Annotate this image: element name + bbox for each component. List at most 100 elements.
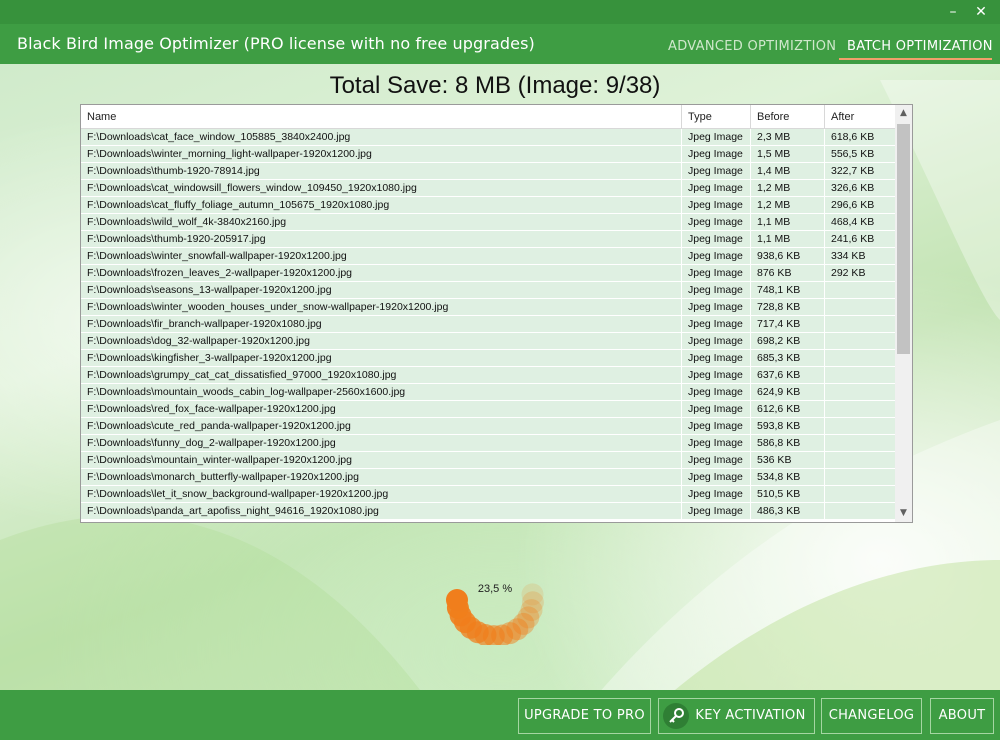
table-row[interactable]: F:\Downloads\seasons_13-wallpaper-1920x1…	[81, 282, 895, 299]
cell-after	[825, 418, 895, 435]
table-row[interactable]: F:\Downloads\thumb-1920-78914.jpg Jpeg Im…	[81, 163, 895, 180]
cell-before: 593,8 KB	[751, 418, 825, 435]
cell-name: F:\Downloads\cat_face_window_105885_3840…	[81, 129, 682, 146]
cell-type: Jpeg Image	[682, 180, 751, 197]
active-tab-indicator	[839, 58, 992, 60]
cell-before: 1,5 MB	[751, 146, 825, 163]
cell-type: Jpeg Image	[682, 316, 751, 333]
cell-name: F:\Downloads\mountain_woods_cabin_log-wa…	[81, 384, 682, 401]
spinner-dot	[446, 589, 468, 611]
table-row[interactable]: F:\Downloads\mountain_woods_cabin_log-wa…	[81, 384, 895, 401]
column-header-name[interactable]: Name	[81, 105, 682, 129]
table-row[interactable]: F:\Downloads\cat_fluffy_foliage_autumn_1…	[81, 197, 895, 214]
cell-name: F:\Downloads\frozen_leaves_2-wallpaper-1…	[81, 265, 682, 282]
cell-type: Jpeg Image	[682, 214, 751, 231]
minimize-icon[interactable]: –	[942, 3, 964, 21]
table-header: Name Type Before After	[81, 105, 912, 129]
cell-type: Jpeg Image	[682, 350, 751, 367]
cell-type: Jpeg Image	[682, 367, 751, 384]
cell-after	[825, 503, 895, 520]
scroll-down-icon[interactable]: ▼	[895, 505, 912, 522]
key-activation-button[interactable]: KEY ACTIVATION	[658, 698, 815, 734]
cell-type: Jpeg Image	[682, 384, 751, 401]
cell-name: F:\Downloads\cat_windowsill_flowers_wind…	[81, 180, 682, 197]
progress-percent: 23,5 %	[477, 583, 513, 595]
cell-type: Jpeg Image	[682, 299, 751, 316]
cell-after	[825, 316, 895, 333]
table-scrollbar[interactable]: ▲ ▼	[895, 105, 912, 522]
changelog-button[interactable]: CHANGELOG	[821, 698, 922, 734]
table-row[interactable]: F:\Downloads\winter_wooden_houses_under_…	[81, 299, 895, 316]
upgrade-to-pro-button[interactable]: UPGRADE TO PRO	[518, 698, 651, 734]
cell-before: 486,3 KB	[751, 503, 825, 520]
cell-before: 728,8 KB	[751, 299, 825, 316]
table-row[interactable]: F:\Downloads\grumpy_cat_cat_dissatisfied…	[81, 367, 895, 384]
scrollbar-thumb[interactable]	[897, 124, 910, 354]
column-header-type[interactable]: Type	[682, 105, 751, 129]
cell-after	[825, 486, 895, 503]
table-row[interactable]: F:\Downloads\red_fox_face-wallpaper-1920…	[81, 401, 895, 418]
table-row[interactable]: F:\Downloads\mountain_winter-wallpaper-1…	[81, 452, 895, 469]
cell-name: F:\Downloads\thumb-1920-205917.jpg	[81, 231, 682, 248]
cell-name: F:\Downloads\grumpy_cat_cat_dissatisfied…	[81, 367, 682, 384]
close-icon[interactable]: ✕	[970, 3, 992, 21]
cell-name: F:\Downloads\cute_red_panda-wallpaper-19…	[81, 418, 682, 435]
column-header-before[interactable]: Before	[751, 105, 825, 129]
cell-before: 698,2 KB	[751, 333, 825, 350]
cell-after: 618,6 KB	[831, 131, 875, 143]
cell-after	[825, 401, 895, 418]
table-row[interactable]: F:\Downloads\cat_windowsill_flowers_wind…	[81, 180, 895, 197]
table-row[interactable]: F:\Downloads\funny_dog_2-wallpaper-1920x…	[81, 435, 895, 452]
cell-after	[825, 299, 895, 316]
table-row[interactable]: F:\Downloads\fir_branch-wallpaper-1920x1…	[81, 316, 895, 333]
cell-after	[825, 282, 895, 299]
cell-type: Jpeg Image	[682, 146, 751, 163]
table-row[interactable]: F:\Downloads\monarch_butterfly-wallpaper…	[81, 469, 895, 486]
cell-name: F:\Downloads\panda_art_apofiss_night_946…	[81, 503, 682, 520]
column-header-after[interactable]: After	[825, 105, 895, 129]
table-row[interactable]: F:\Downloads\let_it_snow_background-wall…	[81, 486, 895, 503]
key-activation-label: KEY ACTIVATION	[695, 708, 806, 723]
cell-name: F:\Downloads\winter_morning_light-wallpa…	[81, 146, 682, 163]
cell-after	[825, 435, 895, 452]
cell-after: 468,4 KB	[831, 216, 875, 228]
about-button[interactable]: ABOUT	[930, 698, 994, 734]
cell-name: F:\Downloads\mountain_winter-wallpaper-1…	[81, 452, 682, 469]
table-row[interactable]: F:\Downloads\dog_32-wallpaper-1920x1200.…	[81, 333, 895, 350]
cell-before: 534,8 KB	[751, 469, 825, 486]
cell-type: Jpeg Image	[682, 486, 751, 503]
cell-type: Jpeg Image	[682, 282, 751, 299]
table-row[interactable]: F:\Downloads\kingfisher_3-wallpaper-1920…	[81, 350, 895, 367]
total-save-text: Total Save: 8 MB (Image: 9/38)	[329, 72, 661, 99]
table-row[interactable]: F:\Downloads\winter_morning_light-wallpa…	[81, 146, 895, 163]
cell-name: F:\Downloads\fir_branch-wallpaper-1920x1…	[81, 316, 682, 333]
cell-after: 326,6 KB	[831, 182, 875, 194]
cell-name: F:\Downloads\cat_fluffy_foliage_autumn_1…	[81, 197, 682, 214]
cell-before: 624,9 KB	[751, 384, 825, 401]
scroll-up-icon[interactable]: ▲	[895, 105, 912, 122]
cell-before: 748,1 KB	[751, 282, 825, 299]
tab-batch-optimization[interactable]: BATCH OPTIMIZATION	[847, 39, 993, 54]
cell-type: Jpeg Image	[682, 333, 751, 350]
cell-type: Jpeg Image	[682, 197, 751, 214]
table-row[interactable]: F:\Downloads\cute_red_panda-wallpaper-19…	[81, 418, 895, 435]
table-row[interactable]: F:\Downloads\frozen_leaves_2-wallpaper-1…	[81, 265, 895, 282]
table-row[interactable]: F:\Downloads\panda_art_apofiss_night_946…	[81, 503, 895, 520]
cell-type: Jpeg Image	[682, 265, 751, 282]
cell-name: F:\Downloads\funny_dog_2-wallpaper-1920x…	[81, 435, 682, 452]
cell-before: 1,1 MB	[751, 214, 825, 231]
cell-before: 536 KB	[751, 452, 825, 469]
table-row[interactable]: F:\Downloads\wild_wolf_4k-3840x2160.jpg J…	[81, 214, 895, 231]
cell-before: 938,6 KB	[751, 248, 825, 265]
cell-name: F:\Downloads\winter_snowfall-wallpaper-1…	[81, 248, 682, 265]
table-row[interactable]: F:\Downloads\cat_face_window_105885_3840…	[81, 129, 895, 146]
table-row[interactable]: F:\Downloads\thumb-1920-205917.jpg Jpeg I…	[81, 231, 895, 248]
cell-before: 1,1 MB	[751, 231, 825, 248]
cell-before: 1,2 MB	[751, 197, 825, 214]
cell-after: 241,6 KB	[831, 233, 875, 245]
image-table[interactable]: Name Type Before After F:\Downloads\cat_…	[80, 104, 913, 523]
cell-after	[825, 384, 895, 401]
table-row[interactable]: F:\Downloads\winter_snowfall-wallpaper-1…	[81, 248, 895, 265]
tab-advanced-optimization[interactable]: ADVANCED OPTIMIZTION	[668, 39, 836, 54]
cell-name: F:\Downloads\monarch_butterfly-wallpaper…	[81, 469, 682, 486]
